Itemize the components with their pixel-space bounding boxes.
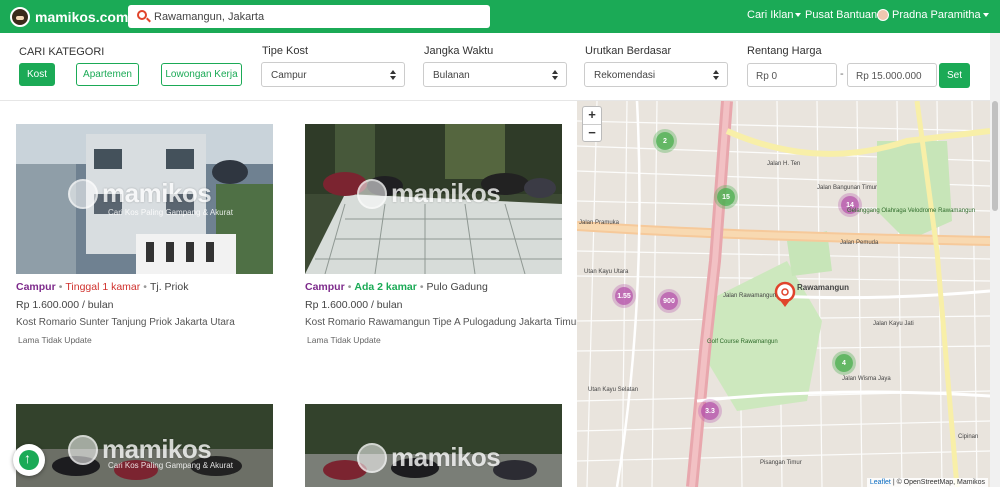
zoom-out-button[interactable]: − [583, 124, 601, 141]
listing-update-status: Lama Tidak Update [307, 335, 381, 345]
price-max-input[interactable]: Rp 15.000.000 [847, 63, 937, 87]
listing-location: Pulo Gadung [426, 281, 488, 293]
listing-title[interactable]: Kost Romario Sunter Tanjung Priok Jakart… [16, 317, 235, 328]
chevron-down-icon [982, 13, 989, 18]
map-label: Rawamangun [797, 283, 850, 292]
select-arrows-icon [713, 70, 719, 80]
watermark: mamikos [357, 442, 501, 473]
map-cluster[interactable]: 4 [835, 354, 853, 372]
listing-photo[interactable]: mamikos [305, 404, 562, 487]
map-label: Jalan Rawamangun [723, 293, 777, 299]
kategori-kost-button[interactable]: Kost [19, 63, 55, 86]
map-label: Jalan Pramuka [579, 220, 620, 226]
listing-price: Rp 1.600.000 / bulan [16, 299, 114, 311]
map-label: Utan Kayu Selatan [588, 387, 639, 393]
watermark-tagline: Cari Kos Paling Gampang & Akurat [108, 461, 233, 470]
mamikos-logo-icon [10, 7, 30, 27]
cari-iklan-label: Cari Iklan [747, 9, 794, 21]
tipe-kost-select[interactable]: Campur [261, 62, 405, 87]
filter-bar: CARI KATEGORI Kost Apartemen Lowongan Ke… [0, 33, 990, 101]
urutkan-select[interactable]: Rekomendasi [584, 62, 728, 87]
jangka-waktu-value: Bulanan [433, 70, 470, 81]
map-label: Gelanggang Olahraga Velodrome Rawamangun [847, 208, 976, 214]
mamikos-logo-icon [68, 434, 98, 465]
user-menu[interactable]: Pradna Paramitha [877, 9, 989, 22]
listing-availability: Tinggal 1 kamar [65, 281, 141, 293]
watermark: mamikos [357, 178, 501, 209]
kategori-lowongan-kerja-button[interactable]: Lowongan Kerja [161, 63, 242, 86]
listing-meta: Campur • Ada 2 kamar • Pulo Gadung [305, 281, 488, 293]
price-range-dash: - [840, 68, 844, 80]
listing-title[interactable]: Kost Romario Rawamangun Tipe A Pulogadun… [305, 317, 580, 328]
brand-logo[interactable]: mamikos.com [10, 7, 128, 27]
map-zoom-control: + − [582, 106, 602, 142]
map-attribution: Leaflet | © OpenStreetMap, Mamikos [866, 478, 988, 487]
map-label: Utan Kayu Utara [584, 269, 629, 275]
mamikos-logo-icon [68, 178, 98, 209]
map-label: Jalan Bangunan Timur [817, 185, 878, 191]
map-cluster[interactable]: 15 [717, 188, 735, 206]
listing-availability: Ada 2 kamar [354, 281, 417, 293]
brand-name: mamikos.com [35, 9, 129, 25]
rentang-harga-label: Rentang Harga [747, 45, 822, 57]
listing-update-status: Lama Tidak Update [18, 335, 92, 345]
map-cluster[interactable]: 2 [656, 132, 674, 150]
mamikos-logo-icon [357, 442, 387, 473]
mamikos-logo-icon [357, 178, 387, 209]
kategori-apartemen-button[interactable]: Apartemen [76, 63, 139, 86]
map-label: Jalan H. Ten [767, 161, 801, 167]
map-cluster[interactable]: 900 [660, 292, 678, 310]
search-input[interactable] [154, 8, 474, 25]
map-label: Jalan Kayu Jati [873, 321, 914, 327]
map-label: Jalan Pemuda [840, 240, 879, 246]
map-label: Pisangan Timur [760, 460, 802, 466]
select-arrows-icon [552, 70, 558, 80]
listing-type: Campur [16, 281, 56, 293]
map-cluster[interactable]: 1.55 [615, 287, 633, 305]
listing-photo[interactable]: mamikos [305, 124, 562, 274]
listing-location: Tj. Priok [149, 281, 189, 293]
chevron-down-icon [795, 13, 802, 18]
watermark-text: mamikos [102, 178, 212, 208]
map-label: Golf Course Rawamangun [707, 339, 778, 345]
search-pin-icon [137, 10, 147, 20]
scroll-top-button[interactable] [13, 444, 45, 476]
watermark-text: mamikos [391, 442, 501, 472]
urutkan-label: Urutkan Berdasar [585, 45, 672, 57]
listing-meta: Campur • Tinggal 1 kamar • Tj. Priok [16, 281, 189, 293]
scrollbar-thumb[interactable] [992, 101, 998, 211]
map-label: Cipinan [958, 434, 979, 440]
avatar [877, 9, 889, 22]
top-navbar: mamikos.com Cari Iklan Pusat Bantuan Pra… [0, 0, 1000, 33]
tipe-kost-value: Campur [271, 70, 307, 81]
listing-photo[interactable]: mamikos Cari Kos Paling Gampang & Akurat [16, 124, 273, 274]
zoom-in-button[interactable]: + [583, 107, 601, 124]
attribution-text: | © OpenStreetMap, Mamikos [890, 479, 985, 486]
jangka-waktu-select[interactable]: Bulanan [423, 62, 567, 87]
watermark: mamikos [68, 178, 212, 209]
user-name: Pradna Paramitha [892, 9, 981, 21]
jangka-waktu-label: Jangka Waktu [424, 45, 494, 57]
listing-price: Rp 1.600.000 / bulan [305, 299, 403, 311]
map-label: Jalan Wisma Jaya [842, 376, 891, 382]
kategori-label: CARI KATEGORI [19, 46, 105, 58]
price-min-input[interactable]: Rp 0 [747, 63, 837, 87]
search-bar[interactable] [128, 5, 490, 28]
pusat-bantuan-link[interactable]: Pusat Bantuan [805, 9, 877, 21]
watermark-tagline: Cari Kos Paling Gampang & Akurat [108, 208, 233, 217]
listing-type: Campur [305, 281, 345, 293]
map-tiles [577, 101, 990, 487]
page-scrollbar[interactable] [990, 33, 1000, 487]
listing-photo[interactable]: mamikos Cari Kos Paling Gampang & Akurat [16, 404, 273, 487]
leaflet-link[interactable]: Leaflet [870, 479, 891, 486]
tipe-kost-label: Tipe Kost [262, 45, 309, 57]
map-panel[interactable]: 2 15 14 1.55 900 4 3.3 Jalan Pramuka Jal… [577, 101, 990, 487]
map-cluster[interactable]: 3.3 [701, 402, 719, 420]
urutkan-value: Rekomendasi [594, 70, 656, 81]
set-price-button[interactable]: Set [939, 63, 970, 88]
select-arrows-icon [390, 70, 396, 80]
watermark-text: mamikos [391, 178, 501, 208]
cari-iklan-menu[interactable]: Cari Iklan [747, 9, 802, 21]
